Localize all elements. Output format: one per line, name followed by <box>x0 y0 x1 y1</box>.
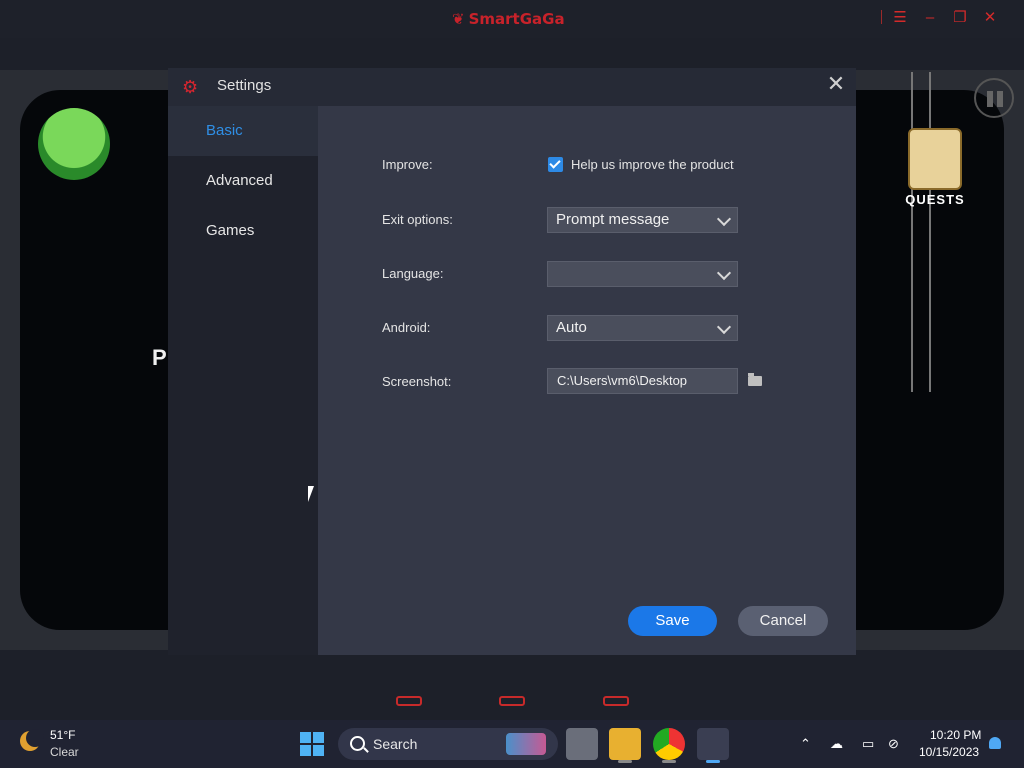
screenshot-path-field[interactable]: C:\Users\vm6\Desktop <box>547 368 738 394</box>
home-icon[interactable] <box>499 696 525 706</box>
game-text-fragment: P <box>152 345 167 370</box>
back-icon[interactable] <box>396 696 422 706</box>
cancel-button[interactable]: Cancel <box>738 606 828 636</box>
quests-button[interactable]: QUESTS <box>902 128 968 207</box>
android-value: Auto <box>556 319 587 336</box>
sidebar-item-basic[interactable]: Basic <box>168 106 318 156</box>
scroll-icon <box>908 128 962 190</box>
titlebar-separator <box>881 10 882 24</box>
app-running-indicator <box>662 760 676 763</box>
app-name: SmartGaGa <box>468 10 565 28</box>
recent-apps-icon[interactable] <box>603 696 629 706</box>
taskbar-search[interactable]: Search <box>338 728 558 760</box>
moon-icon[interactable] <box>20 729 44 751</box>
window-close-icon[interactable]: ✕ <box>980 8 1000 28</box>
exit-options-label: Exit options: <box>382 212 453 227</box>
menu-icon[interactable]: ☰ <box>890 8 910 28</box>
rope-line <box>911 72 913 392</box>
app-active-indicator <box>706 760 720 763</box>
exit-options-select[interactable]: Prompt message <box>547 207 738 233</box>
settings-sidebar: Basic Advanced Games <box>168 106 318 655</box>
weather-temp[interactable]: 51°F <box>50 728 75 742</box>
chevron-down-icon <box>716 211 732 227</box>
android-label: Android: <box>382 320 431 335</box>
chevron-down-icon <box>716 265 732 281</box>
chevron-up-icon[interactable]: ⌃ <box>800 736 811 752</box>
quests-label: QUESTS <box>905 192 965 207</box>
dialog-title: Settings <box>217 77 272 94</box>
mouse-cursor-icon <box>308 486 314 502</box>
save-button[interactable]: Save <box>628 606 717 636</box>
notification-bell-icon[interactable] <box>989 737 1001 749</box>
restore-icon[interactable]: ❐ <box>950 8 970 28</box>
weather-condition[interactable]: Clear <box>50 745 79 759</box>
language-select[interactable] <box>547 261 738 287</box>
sidebar-item-advanced[interactable]: Advanced <box>168 156 318 206</box>
improve-label: Improve: <box>382 157 433 172</box>
screenshot-label: Screenshot: <box>382 374 452 389</box>
start-icon[interactable] <box>300 732 324 756</box>
android-select[interactable]: Auto <box>547 315 738 341</box>
improve-checkbox-label[interactable]: Help us improve the product <box>571 157 734 172</box>
folder-icon[interactable] <box>748 373 762 386</box>
search-placeholder: Search <box>373 736 418 752</box>
chrome-icon[interactable] <box>653 728 685 760</box>
search-icon <box>350 736 365 751</box>
exit-options-value: Prompt message <box>556 211 670 228</box>
clock-date[interactable]: 10/15/2023 <box>919 745 979 759</box>
language-label: Language: <box>382 266 444 281</box>
app-running-indicator <box>618 760 632 763</box>
rope-line <box>929 72 931 392</box>
close-icon[interactable]: ✕ <box>824 72 848 96</box>
smartgaga-logo-icon: ❦ <box>452 10 465 28</box>
network-icon[interactable]: ⊘ <box>888 736 899 752</box>
clock-time[interactable]: 10:20 PM <box>930 728 981 742</box>
smartgaga-taskbar-icon[interactable] <box>697 728 729 760</box>
pause-icon[interactable] <box>974 78 1014 118</box>
onedrive-icon[interactable]: ☁ <box>830 736 843 752</box>
player-avatar[interactable] <box>38 108 110 180</box>
minimize-icon[interactable]: – <box>920 8 940 28</box>
emulator-titlebar: ❦ SmartGaGa ☰ – ❐ ✕ <box>0 0 1024 38</box>
app-logo: ❦ SmartGaGa <box>452 6 565 32</box>
sidebar-item-games[interactable]: Games <box>168 206 318 256</box>
gear-icon: ⚙ <box>182 77 199 97</box>
improve-checkbox[interactable] <box>548 157 563 172</box>
search-highlight-icon <box>506 733 546 755</box>
task-view-icon[interactable] <box>566 728 598 760</box>
display-icon[interactable]: ▭ <box>862 736 874 752</box>
file-explorer-icon[interactable] <box>609 728 641 760</box>
settings-content: Improve: Help us improve the product Exi… <box>318 106 856 655</box>
dialog-titlebar: ⚙ Settings ✕ <box>168 68 856 106</box>
chevron-down-icon <box>716 319 732 335</box>
settings-dialog: ⚙ Settings ✕ Basic Advanced Games Improv… <box>168 68 856 655</box>
